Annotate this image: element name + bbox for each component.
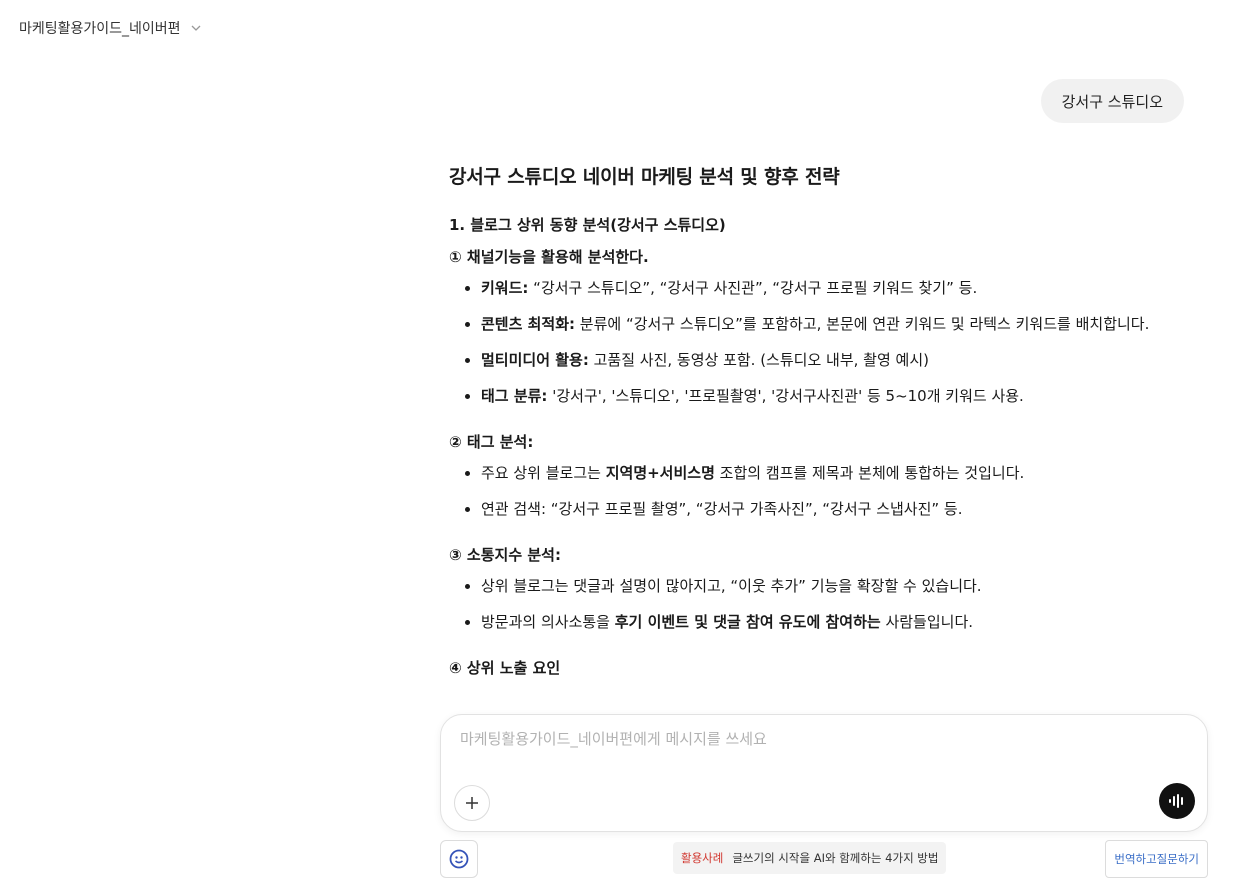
answer-title: 강서구 스튜디오 네이버 마케팅 분석 및 향후 전략 bbox=[449, 166, 840, 188]
translate-question-button[interactable]: 번역하고질문하기 bbox=[1105, 840, 1208, 878]
item-text: 방문과의 의사소통을 bbox=[481, 613, 615, 631]
item-label: 태그 분류: bbox=[481, 387, 548, 405]
tip-text: 글쓰기의 시작을 AI와 함께하는 4가지 방법 bbox=[732, 851, 939, 865]
user-message-text: 강서구 스튜디오 bbox=[1061, 92, 1163, 111]
list-item: 상위 블로그는 댓글과 설명이 많아지고, “이웃 추가” 기능을 확장할 수 … bbox=[481, 572, 1189, 600]
list-item: 멀티미디어 활용: 고품질 사진, 동영상 포함. (스튜디오 내부, 촬영 예… bbox=[481, 346, 1189, 374]
bullet-list: 키워드: “강서구 스튜디오”, “강서구 사진관”, “강서구 프로필 키워드… bbox=[449, 274, 1189, 410]
assistant-button[interactable] bbox=[440, 840, 478, 878]
item-emphasis: 지역명+서비스명 bbox=[605, 464, 715, 482]
attach-button[interactable] bbox=[454, 785, 490, 821]
bullet-list: 상위 블로그는 댓글과 설명이 많아지고, “이웃 추가” 기능을 확장할 수 … bbox=[449, 572, 1189, 636]
list-item: 연관 검색: “강서구 프로필 촬영”, “강서구 가족사진”, “강서구 스냅… bbox=[481, 495, 1189, 523]
tip-tag: 활용사례 bbox=[681, 851, 724, 865]
voice-input-button[interactable] bbox=[1159, 783, 1195, 819]
message-input[interactable] bbox=[458, 729, 1142, 749]
subsection-heading: ③ 소통지수 분석: bbox=[449, 546, 561, 564]
subsection-heading: ① 채널기능을 활용해 분석한다. bbox=[449, 248, 649, 266]
list-item: 방문과의 의사소통을 후기 이벤트 및 댓글 참여 유도에 참여하는 사람들입니… bbox=[481, 608, 1189, 636]
list-item: 키워드: “강서구 스튜디오”, “강서구 사진관”, “강서구 프로필 키워드… bbox=[481, 274, 1189, 302]
bullet-list: 주요 상위 블로그는 지역명+서비스명 조합의 캠프를 제목과 본체에 통합하는… bbox=[449, 459, 1189, 523]
subsection-heading: ② 태그 분석: bbox=[449, 433, 534, 451]
smile-face-icon bbox=[449, 849, 469, 869]
item-label: 멀티미디어 활용: bbox=[481, 351, 589, 369]
chevron-down-icon bbox=[191, 25, 201, 31]
item-text: “강서구 스튜디오”, “강서구 사진관”, “강서구 프로필 키워드 찾기” … bbox=[528, 279, 978, 297]
item-text: 고품질 사진, 동영상 포함. (스튜디오 내부, 촬영 예시) bbox=[588, 351, 929, 369]
item-emphasis: 후기 이벤트 및 댓글 참여 유도에 참여하는 bbox=[614, 613, 881, 631]
list-item: 주요 상위 블로그는 지역명+서비스명 조합의 캠프를 제목과 본체에 통합하는… bbox=[481, 459, 1189, 487]
section-heading: 1. 블로그 상위 동향 분석(강서구 스튜디오) bbox=[449, 216, 726, 234]
item-label: 키워드: bbox=[481, 279, 529, 297]
item-text: '강서구', '스튜디오', '프로필촬영', '강서구사진관' 등 5~10개… bbox=[547, 387, 1024, 405]
item-text: 분류에 “강서구 스튜디오”를 포함하고, 본문에 연관 키워드 및 라텍스 키… bbox=[575, 315, 1150, 333]
user-message-bubble: 강서구 스튜디오 bbox=[1040, 79, 1184, 123]
composer-footer: 활용사례 글쓰기의 시작을 AI와 함께하는 4가지 방법 번역하고질문하기 bbox=[440, 840, 1208, 878]
item-label: 콘텐츠 최적화: bbox=[481, 315, 576, 333]
plus-icon bbox=[466, 797, 478, 809]
list-item: 태그 분류: '강서구', '스튜디오', '프로필촬영', '강서구사진관' … bbox=[481, 382, 1189, 410]
message-composer bbox=[440, 714, 1208, 832]
item-text: 사람들입니다. bbox=[880, 613, 974, 631]
assistant-title: 마케팅활용가이드_네이버편 bbox=[19, 21, 181, 37]
list-item: 콘텐츠 최적화: 분류에 “강서구 스튜디오”를 포함하고, 본문에 연관 키워… bbox=[481, 310, 1189, 338]
translate-label: 번역하고질문하기 bbox=[1114, 852, 1199, 866]
voice-wave-icon bbox=[1169, 794, 1183, 808]
item-text: 주요 상위 블로그는 bbox=[481, 464, 606, 482]
subsection-heading: ④ 상위 노출 요인 bbox=[449, 659, 561, 677]
item-text: 조합의 캠프를 제목과 본체에 통합하는 것입니다. bbox=[714, 464, 1025, 482]
assistant-selector[interactable]: 마케팅활용가이드_네이버편 bbox=[19, 18, 203, 38]
assistant-answer: 강서구 스튜디오 네이버 마케팅 분석 및 향후 전략 1. 블로그 상위 동향… bbox=[449, 160, 1189, 712]
usage-tip-link[interactable]: 활용사례 글쓰기의 시작을 AI와 함께하는 4가지 방법 bbox=[673, 842, 947, 874]
